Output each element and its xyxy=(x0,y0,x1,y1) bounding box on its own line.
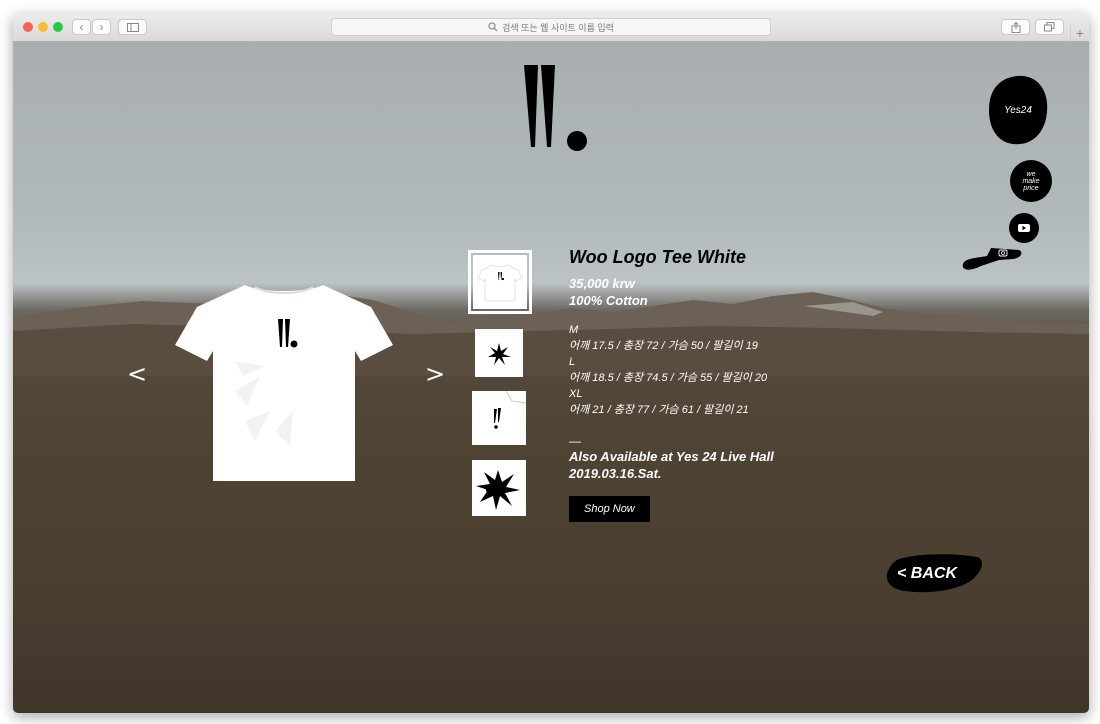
section-divider: — xyxy=(569,434,581,448)
we-make-price-label: we make price xyxy=(1022,170,1040,192)
address-placeholder: 검색 또는 웹 사이트 이름 입력 xyxy=(502,22,614,33)
next-image-button[interactable]: > xyxy=(425,360,445,388)
thumbnail-folded[interactable] xyxy=(472,390,527,445)
availability-venue: Also Available at Yes 24 Live Hall xyxy=(569,449,774,464)
browser-window: ‹ › 검색 또는 웹 사이트 이름 입력 + Yes24 we make pr… xyxy=(13,13,1089,713)
sidebar-toggle-button[interactable] xyxy=(118,19,147,35)
tab-overview-button[interactable] xyxy=(1035,19,1064,35)
thumbnail-print-detail[interactable] xyxy=(472,460,526,516)
browser-toolbar: ‹ › 검색 또는 웹 사이트 이름 입력 + xyxy=(13,13,1089,42)
tshirt-front-thumbnail xyxy=(477,264,523,302)
back-label: < BACK xyxy=(897,565,958,582)
tshirt-folded-thumbnail xyxy=(472,390,527,445)
address-bar[interactable]: 검색 또는 웹 사이트 이름 입력 xyxy=(331,18,771,36)
woo-logo xyxy=(524,65,587,151)
yes24-link[interactable]: Yes24 xyxy=(987,74,1049,146)
size-chart: M 어깨 17.5 / 총장 72 / 가슴 50 / 팔길이 19 L 어깨 … xyxy=(569,322,774,418)
share-button[interactable] xyxy=(1001,19,1030,35)
youtube-link[interactable] xyxy=(1009,213,1039,243)
thumbnail-back[interactable] xyxy=(475,329,523,377)
we-make-price-link[interactable]: we make price xyxy=(1009,159,1053,203)
product-price: 35,000 krw xyxy=(569,276,635,291)
search-icon xyxy=(488,22,498,32)
size-measurements-xl: 어깨 21 / 총장 77 / 가슴 61 / 팔길이 21 xyxy=(569,404,749,416)
size-measurements-m: 어깨 17.5 / 총장 72 / 가슴 50 / 팔길이 19 xyxy=(569,340,758,352)
page-content: Yes24 we make price < > Woo Logo Tee Whi… xyxy=(13,41,1089,713)
back-nav-button[interactable]: ‹ xyxy=(72,19,91,35)
instagram-icon[interactable] xyxy=(961,246,1025,276)
product-info: Woo Logo Tee White 35,000 krw 100% Cotto… xyxy=(569,247,774,522)
size-label-l: L xyxy=(569,356,576,368)
thumbnail-front[interactable] xyxy=(468,250,532,314)
size-label-xl: XL xyxy=(569,388,583,400)
main-product-image xyxy=(175,285,393,481)
share-icon xyxy=(1011,21,1020,33)
chevron-left-icon: ‹ xyxy=(79,20,84,34)
tshirt-print-detail-thumbnail xyxy=(472,460,526,516)
product-material: 100% Cotton xyxy=(569,293,648,308)
close-window-button[interactable] xyxy=(23,22,33,32)
back-button[interactable]: < BACK xyxy=(885,553,985,595)
minimize-window-button[interactable] xyxy=(38,22,48,32)
new-tab-button[interactable]: + xyxy=(1070,25,1089,41)
prev-image-button[interactable]: < xyxy=(127,360,147,388)
shop-now-button[interactable]: Shop Now xyxy=(569,496,650,522)
availability-date: 2019.03.16.Sat. xyxy=(569,466,662,481)
product-title: Woo Logo Tee White xyxy=(569,247,746,267)
chevron-right-icon: › xyxy=(99,20,104,34)
tshirt-back-thumbnail xyxy=(479,335,519,373)
sidebar-icon xyxy=(126,22,139,32)
size-label-m: M xyxy=(569,324,579,336)
forward-nav-button[interactable]: › xyxy=(92,19,111,35)
tabs-icon xyxy=(1044,22,1055,32)
zoom-window-button[interactable] xyxy=(53,22,63,32)
youtube-icon xyxy=(1009,213,1039,243)
yes24-label: Yes24 xyxy=(1004,104,1032,116)
size-measurements-l: 어깨 18.5 / 총장 74.5 / 가슴 55 / 팔길이 20 xyxy=(569,372,768,384)
